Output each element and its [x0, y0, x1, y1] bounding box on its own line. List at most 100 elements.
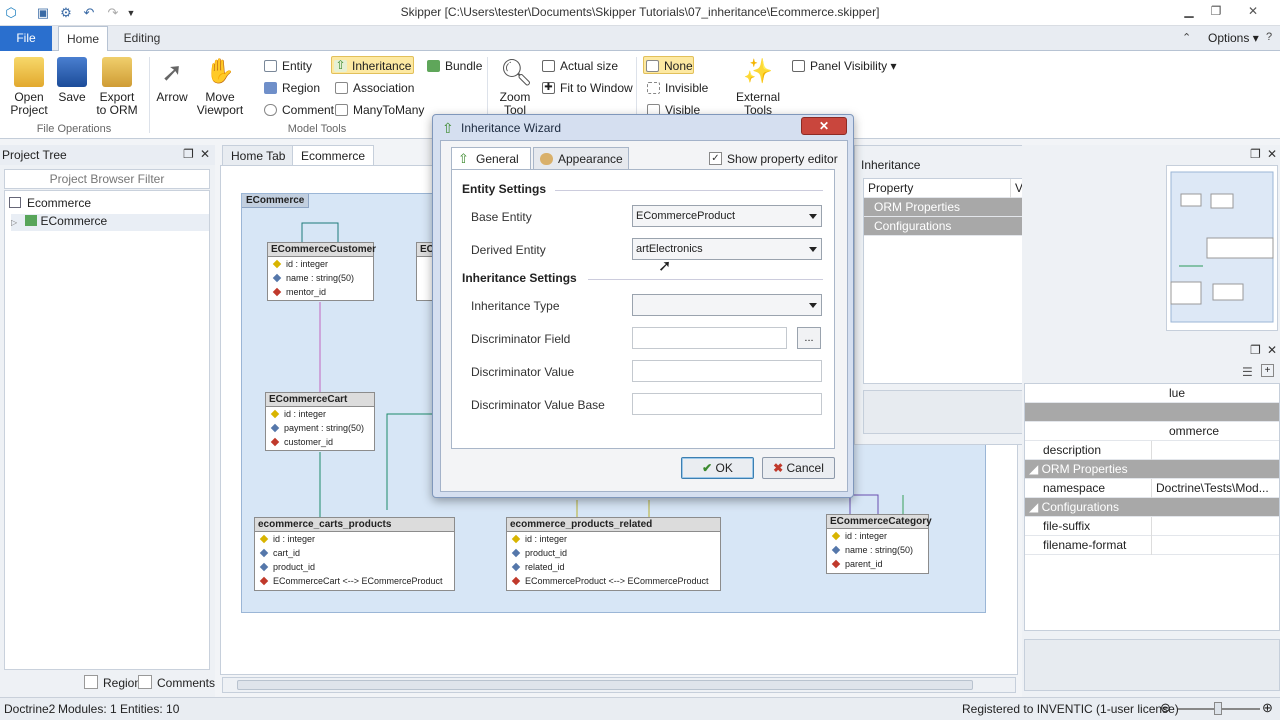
entity-header: ecommerce_carts_products [255, 518, 454, 532]
ribbon-collapse-icon[interactable]: ⌃ [1182, 31, 1191, 44]
project-filter-input[interactable] [4, 169, 210, 189]
orm-properties-section[interactable]: ◢ ORM Properties [1025, 460, 1279, 479]
tab-home[interactable]: Home [58, 26, 108, 52]
property-name: file-suffix [1043, 519, 1091, 533]
title-bar: ⬡ ▣ ⚙ ↶ ↷ ▼ Skipper [C:\Users\tester\Doc… [0, 0, 1280, 26]
help-icon[interactable]: ? [1266, 31, 1272, 43]
ok-button[interactable]: ✔ OK [681, 457, 754, 479]
property-value: ommerce [1169, 424, 1220, 438]
float-panel-icon[interactable]: ❐ [183, 147, 194, 161]
manytomany-tool-button[interactable]: ManyToMany [333, 101, 424, 119]
save-button[interactable]: Save [56, 57, 88, 104]
property-row-namespace[interactable]: namespace Doctrine\Tests\Mod... [1025, 479, 1279, 498]
float-panel-icon[interactable]: ❐ [1250, 343, 1261, 357]
zoom-tool-button[interactable]: 🔍︎ Zoom Tool [496, 57, 534, 117]
scrollbar-thumb[interactable] [237, 680, 973, 690]
entity-field: parent_id [827, 557, 928, 571]
property-row-filename-format[interactable]: filename-format [1025, 536, 1279, 555]
property-row-file-suffix[interactable]: file-suffix [1025, 517, 1279, 536]
comment-icon [264, 104, 277, 116]
zoom-slider-thumb[interactable] [1214, 702, 1222, 715]
move-label-1: Move [205, 90, 235, 104]
entity-field: id : integer [255, 532, 454, 546]
tab-home-doc[interactable]: Home Tab [222, 145, 295, 165]
bundle-tool-button[interactable]: Bundle [425, 57, 482, 75]
close-panel-icon[interactable]: ✕ [200, 147, 210, 161]
discriminator-value-base-input[interactable] [632, 393, 822, 415]
open-project-button[interactable]: Open Project [8, 57, 50, 117]
inheritance-tool-button[interactable]: ⇧ Inheritance [331, 56, 414, 74]
configurations-section[interactable]: ◢ Configurations [1025, 498, 1279, 517]
actual-size-label: Actual size [560, 59, 619, 73]
tree-child-label: ECommerce [40, 214, 108, 228]
property-row[interactable]: ommerce [1025, 422, 1279, 441]
entity-ecommercecategory[interactable]: ECommerceCategory id : integer name : st… [826, 514, 932, 574]
fit-window-button[interactable]: ✚ Fit to Window [540, 79, 633, 97]
dialog-close-button[interactable]: ✕ [801, 117, 847, 135]
entity-ecommercecustomer[interactable]: ECommerceCustomer id : integer name : st… [267, 242, 376, 301]
cancel-button[interactable]: ✖ Cancel [762, 457, 835, 479]
visibility-invisible-button[interactable]: Invisible [645, 79, 708, 97]
ribbon-tab-bar: File Home Editing ⌃ Options ▾ ? [0, 26, 1280, 52]
inheritance-arrow-icon: ⇧ [334, 58, 347, 72]
expand-icon[interactable]: + [1261, 364, 1274, 377]
close-panel-icon[interactable]: ✕ [1267, 343, 1277, 357]
tab-general[interactable]: ⇧ General [451, 147, 531, 170]
fit-window-label: Fit to Window [560, 81, 633, 95]
entity-field: ECommerceProduct <--> ECommerceProduct [507, 574, 720, 588]
external-tools-button[interactable]: ✨ External Tools [734, 57, 782, 117]
invisible-label: Invisible [665, 81, 709, 95]
float-panel-icon[interactable]: ❐ [1250, 147, 1261, 161]
hand-icon: ✋ [205, 58, 235, 85]
arrow-tool-button[interactable]: ➚ Arrow [154, 57, 190, 104]
regions-checkbox[interactable] [84, 675, 98, 689]
right-panels: ❐ ✕ ❐ ✕ ☰ + lue ommerce description ◢ OR… [1022, 145, 1280, 697]
maximize-button[interactable]: ❐ [1203, 2, 1229, 20]
move-viewport-button[interactable]: ✋ Move Viewport [196, 57, 244, 117]
tree-item-module[interactable]: ▷ ECommerce [11, 214, 209, 231]
tab-appearance[interactable]: Appearance [533, 147, 629, 169]
minimap[interactable] [1166, 165, 1278, 331]
horizontal-scrollbar[interactable] [222, 677, 1016, 693]
derived-entity-label: Derived Entity [471, 243, 546, 257]
zoom-in-icon[interactable]: ⊕ [1262, 697, 1273, 719]
export-orm-button[interactable]: Export to ORM [96, 57, 138, 117]
entity-ecommerce-products-related[interactable]: ecommerce_products_related id : integer … [506, 517, 721, 591]
entity-ecommercecart[interactable]: ECommerceCart id : integer payment : str… [265, 392, 375, 451]
comments-checkbox[interactable] [138, 675, 152, 689]
tree-expand-icon[interactable]: ▷ [11, 218, 17, 227]
visibility-none-button[interactable]: None [643, 56, 694, 74]
discriminator-value-input[interactable] [632, 360, 822, 382]
property-name: filename-format [1043, 538, 1127, 552]
entity-ecommerce-carts-products[interactable]: ecommerce_carts_products id : integer ca… [254, 517, 455, 591]
show-editor-checkbox[interactable]: ✓ [709, 152, 722, 165]
panel-icon [792, 60, 805, 72]
discriminator-field-input[interactable] [632, 327, 787, 349]
property-row-description[interactable]: description [1025, 441, 1279, 460]
minimize-button[interactable]: ▁ [1176, 2, 1202, 20]
tab-file[interactable]: File [0, 26, 52, 51]
tab-ecommerce-doc[interactable]: Ecommerce [292, 145, 375, 165]
discriminator-field-browse-button[interactable]: ... [797, 327, 821, 349]
ribbon-separator [149, 57, 150, 133]
close-panel-icon[interactable]: ✕ [1267, 147, 1277, 161]
inheritance-type-select[interactable] [632, 294, 822, 316]
inheritance-label: Inheritance [352, 59, 412, 73]
section-divider [588, 279, 823, 280]
zoom-out-icon[interactable]: ⊖ [1160, 697, 1171, 719]
section-row [1025, 403, 1279, 422]
sort-list-icon[interactable]: ☰ [1242, 365, 1253, 379]
tree-item-project[interactable]: Ecommerce [9, 196, 91, 210]
options-menu[interactable]: Options ▾ [1208, 31, 1259, 45]
entity-tool-button[interactable]: Entity [262, 57, 312, 75]
close-window-button[interactable]: ✕ [1240, 2, 1266, 20]
actual-size-button[interactable]: Actual size [540, 57, 618, 75]
entity-field: product_id [255, 560, 454, 574]
tree-root-label: Ecommerce [27, 196, 92, 210]
association-tool-button[interactable]: Association [333, 79, 414, 97]
base-entity-select[interactable]: ECommerceProduct [632, 205, 822, 227]
panel-visibility-button[interactable]: Panel Visibility ▾ [790, 57, 897, 75]
tab-editing[interactable]: Editing [114, 26, 170, 51]
comment-tool-button[interactable]: Comment [262, 101, 334, 119]
region-tool-button[interactable]: Region [262, 79, 320, 97]
